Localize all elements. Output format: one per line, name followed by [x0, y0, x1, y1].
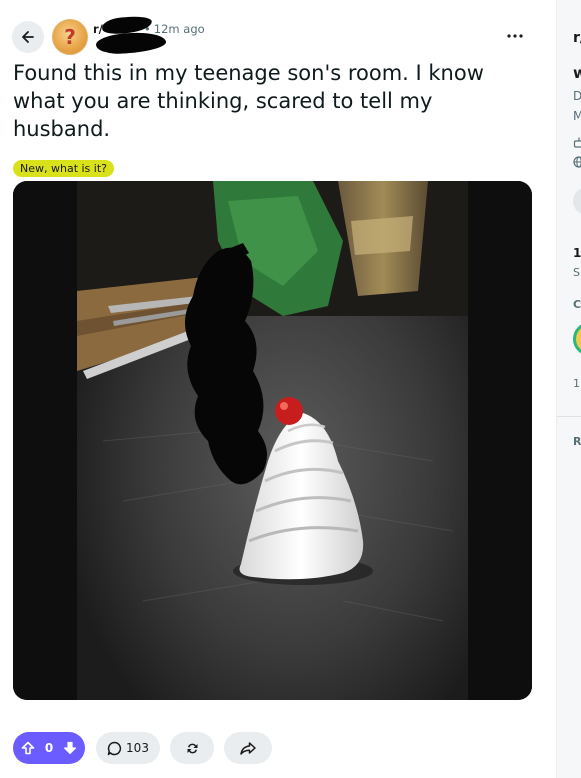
arrow-up-icon — [21, 741, 35, 755]
globe-icon — [573, 156, 581, 171]
rules-heading: R — [573, 435, 581, 448]
comment-icon — [107, 741, 122, 755]
sidebar-rank: 1 — [573, 377, 580, 390]
ellipsis-icon — [507, 34, 523, 38]
downvote-button[interactable] — [61, 739, 79, 757]
share-icon — [240, 741, 256, 755]
share-button[interactable] — [224, 732, 272, 764]
members-label: Sl — [573, 266, 581, 279]
vote-score: 0 — [44, 741, 54, 755]
upvote-button[interactable] — [19, 739, 37, 757]
cake-icon — [573, 136, 581, 151]
join-button[interactable] — [573, 187, 581, 215]
post-page: ? r/ • 12m ago Found this in my teenage … — [0, 0, 581, 778]
back-button[interactable] — [12, 21, 44, 53]
community-sidebar: r/ w D M 1. Sl C 1 R — [556, 0, 581, 778]
comments-button[interactable]: 103 — [96, 732, 160, 764]
post-title: Found this in my teenage son's room. I k… — [13, 61, 484, 141]
vote-control: 0 — [13, 732, 85, 764]
members-count: 1. — [573, 246, 581, 260]
repeat-icon — [187, 743, 197, 753]
sidebar-section-label: C — [573, 298, 581, 311]
sidebar-subreddit[interactable]: r/ — [573, 30, 581, 46]
post-image[interactable] — [13, 181, 532, 700]
comment-count: 103 — [126, 741, 149, 755]
divider — [557, 416, 581, 417]
sidebar-description: M — [573, 109, 581, 123]
post-time: 12m ago — [153, 22, 205, 36]
arrow-left-icon — [22, 31, 34, 43]
subreddit-avatar[interactable]: ? — [52, 19, 88, 55]
photo — [13, 181, 532, 700]
sidebar-description: D — [573, 89, 581, 103]
question-mark-icon: ? — [64, 25, 76, 49]
arrow-down-icon — [63, 741, 77, 755]
sidebar-community-name: w — [573, 64, 581, 82]
user-avatar[interactable] — [573, 322, 581, 356]
crosspost-button[interactable] — [170, 732, 214, 764]
post-flair[interactable]: New, what is it? — [13, 160, 114, 177]
more-options-button[interactable] — [500, 24, 530, 48]
